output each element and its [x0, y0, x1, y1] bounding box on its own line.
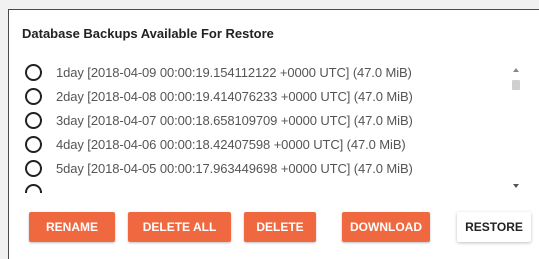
backup-label: 5day [2018-04-05 00:00:17.963449698 +000…	[56, 160, 413, 176]
backup-item-5day[interactable]: 5day [2018-04-05 00:00:17.963449698 +000…	[22, 156, 502, 180]
delete-all-button[interactable]: DELETE ALL	[128, 212, 231, 242]
radio-button[interactable]	[25, 87, 42, 105]
backup-label: 3day [2018-04-07 00:00:18.658109709 +000…	[56, 112, 413, 128]
backup-item-1day[interactable]: 1day [2018-04-09 00:00:19.154112122 +000…	[22, 60, 502, 84]
backup-item-3day[interactable]: 3day [2018-04-07 00:00:18.658109709 +000…	[22, 108, 502, 132]
section-title: Database Backups Available For Restore	[22, 26, 274, 41]
scroll-up-icon[interactable]	[513, 68, 519, 72]
list-scrollbar[interactable]	[510, 66, 524, 190]
restore-button[interactable]: RESTORE	[457, 212, 531, 242]
scroll-thumb[interactable]	[512, 80, 520, 90]
radio-button[interactable]	[25, 63, 42, 81]
backup-label: 1day [2018-04-09 00:00:19.154112122 +000…	[56, 64, 412, 80]
scroll-down-icon[interactable]	[513, 184, 519, 188]
radio-button[interactable]	[25, 111, 42, 129]
backup-item-partial[interactable]	[22, 180, 502, 193]
backup-item-2day[interactable]: 2day [2018-04-08 00:00:19.414076233 +000…	[22, 84, 502, 108]
radio-button[interactable]	[25, 183, 42, 193]
backup-list[interactable]: 1day [2018-04-09 00:00:19.154112122 +000…	[22, 60, 512, 193]
radio-button[interactable]	[25, 135, 42, 153]
backup-label: 4day [2018-04-06 00:00:18.42407598 +0000…	[56, 136, 406, 152]
delete-button[interactable]: DELETE	[244, 212, 316, 242]
download-button[interactable]: DOWNLOAD	[342, 212, 430, 242]
backup-item-4day[interactable]: 4day [2018-04-06 00:00:18.42407598 +0000…	[22, 132, 502, 156]
radio-button[interactable]	[25, 159, 42, 177]
rename-button[interactable]: RENAME	[29, 212, 115, 242]
backup-label: 2day [2018-04-08 00:00:19.414076233 +000…	[56, 88, 413, 104]
